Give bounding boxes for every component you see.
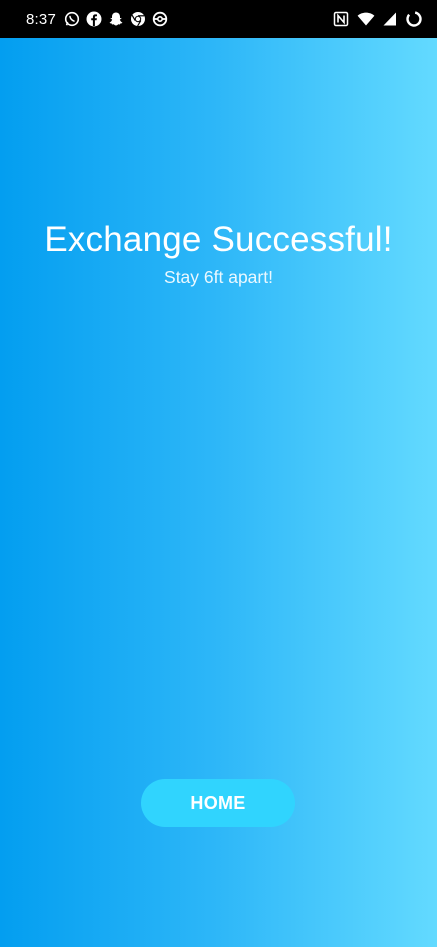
signal-icon [383,11,397,27]
wifi-icon [357,11,375,27]
whatsapp-icon [64,11,80,27]
app-screen: 8:37 Exchange Successful! Stay 6ft apart… [0,0,437,947]
nfc-icon [333,11,349,27]
system-icons [333,10,423,28]
status-time: 8:37 [26,10,56,28]
snapchat-icon [108,11,124,27]
status-bar: 8:37 [0,0,437,38]
battery-icon [405,10,423,28]
main-content: Exchange Successful! Stay 6ft apart! HOM… [0,38,437,947]
notification-icons [64,11,168,27]
chrome-icon [130,11,146,27]
home-button[interactable]: HOME [141,779,295,827]
page-title: Exchange Successful! [44,220,393,259]
facebook-icon [86,11,102,27]
page-subtitle: Stay 6ft apart! [164,267,273,287]
pokeball-icon [152,11,168,27]
